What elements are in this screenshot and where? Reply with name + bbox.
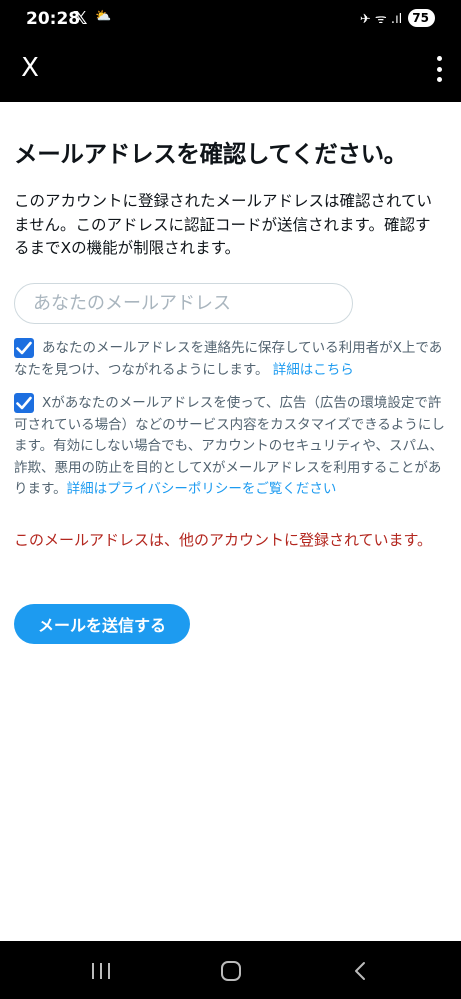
learn-more-link[interactable]: 詳細はこちら [273, 362, 354, 378]
close-icon[interactable]: X [16, 52, 44, 84]
battery-icon: 75 [408, 9, 435, 27]
send-email-button[interactable]: メールを送信する [14, 604, 190, 644]
more-dot [436, 56, 442, 61]
contact-sync-option: あなたのメールアドレスを連絡先に保存している利用者がX上であなたを見つけ、つなが… [14, 338, 446, 381]
more-vert-icon[interactable] [435, 56, 443, 82]
home-icon[interactable] [221, 961, 241, 981]
check-icon [16, 396, 32, 410]
more-dot [436, 77, 442, 82]
back-icon[interactable] [353, 961, 367, 981]
verify-email-screen: メールアドレスを確認してください。 このアカウントに登録されたメールアドレスは確… [0, 102, 461, 941]
weather-icon: ⛅ [95, 9, 112, 24]
ads-personalization-text: Xがあなたのメールアドレスを使って、広告（広告の環境設定で許可されている場合）な… [14, 393, 446, 501]
app-bar: X [0, 40, 461, 102]
recents-icon[interactable] [92, 963, 110, 979]
status-bar: 20:28 𝕏 ⛅ ✈ ᯤ .ıl 75 [0, 0, 461, 40]
ads-personalization-option: Xがあなたのメールアドレスを使って、広告（広告の環境設定で許可されている場合）な… [14, 393, 446, 501]
contact-sync-label: あなたのメールアドレスを連絡先に保存している利用者がX上であなたを見つけ、つなが… [14, 340, 443, 378]
status-indicators: ✈ ᯤ .ıl 75 [360, 9, 435, 27]
email-input[interactable] [14, 283, 353, 324]
signal-icon: ✈ ᯤ .ıl [359, 12, 403, 27]
system-nav-bar [0, 941, 461, 999]
page-title: メールアドレスを確認してください。 [14, 140, 407, 168]
contact-sync-checkbox[interactable] [14, 338, 34, 358]
description: このアカウントに登録されたメールアドレスは確認されていません。このアドレスに認証… [14, 192, 433, 257]
status-time: 20:28 [26, 9, 81, 29]
more-dot [436, 66, 442, 72]
check-icon [16, 341, 32, 355]
ads-personalization-checkbox[interactable] [14, 393, 34, 413]
x-logo-icon: 𝕏 [73, 8, 88, 29]
privacy-policy-link[interactable]: 詳細はプライバシーポリシーをご覧ください [67, 481, 337, 497]
error-message: このメールアドレスは、他のアカウントに登録されています。 [14, 531, 433, 549]
contact-sync-text: あなたのメールアドレスを連絡先に保存している利用者がX上であなたを見つけ、つなが… [14, 338, 446, 381]
